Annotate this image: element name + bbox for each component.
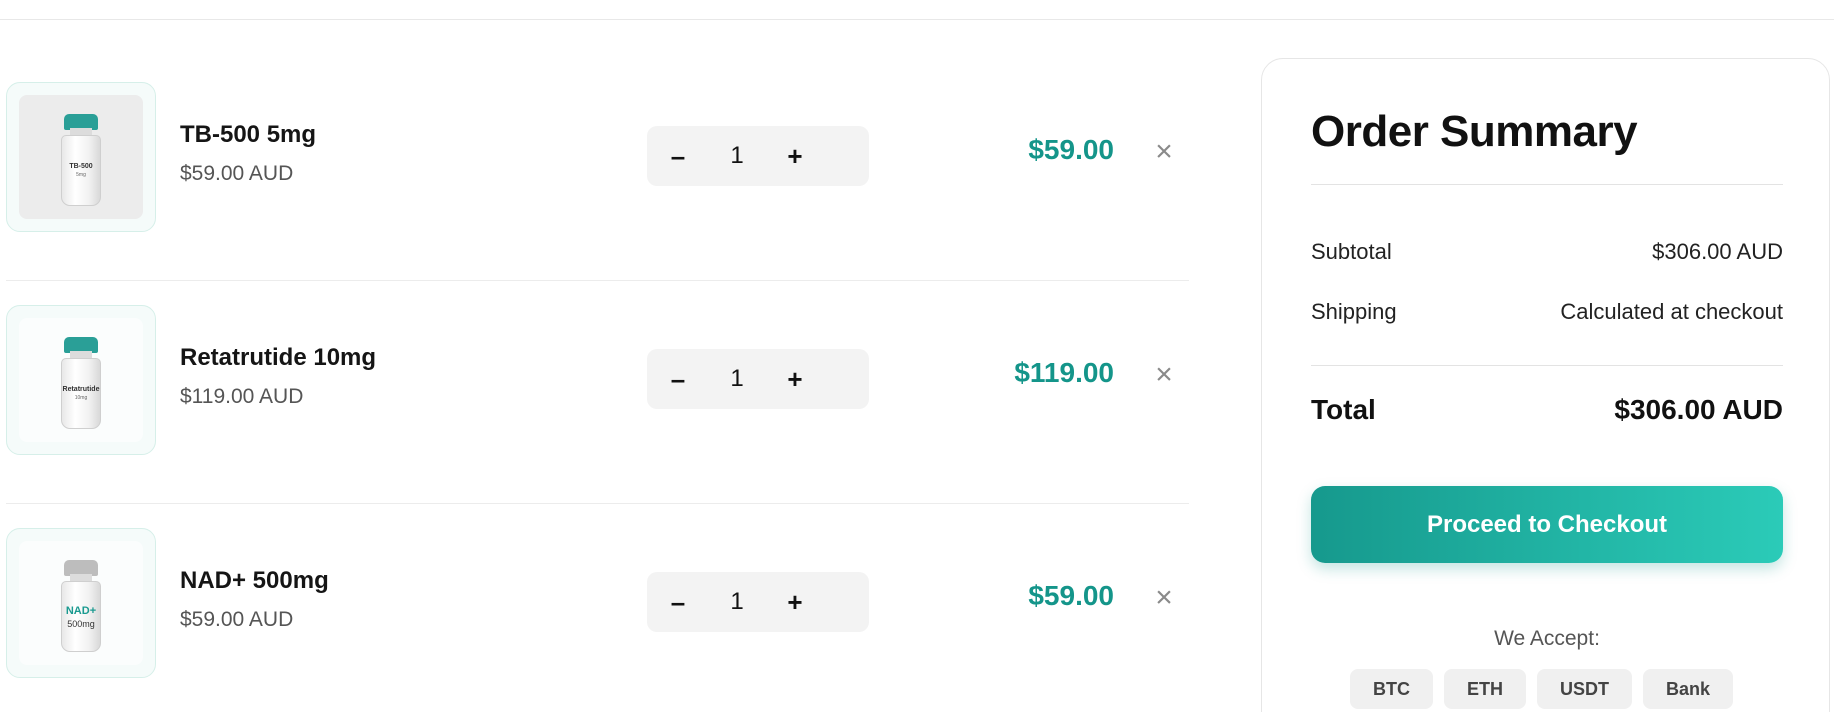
vial-sublabel: 10mg bbox=[74, 395, 88, 401]
summary-divider bbox=[1311, 184, 1783, 185]
cart-item: Retatrutide 10mg Retatrutide 10mg $119.0… bbox=[6, 281, 1189, 504]
line-total: $59.00 bbox=[1028, 580, 1114, 611]
vial-label: TB-500 bbox=[69, 163, 93, 170]
unit-price: $59.00 AUD bbox=[180, 608, 294, 631]
quantity-value[interactable]: 1 bbox=[717, 126, 757, 186]
shipping-row: Shipping Calculated at checkout bbox=[1311, 299, 1783, 325]
product-image[interactable]: TB-500 5mg bbox=[6, 82, 156, 232]
quantity-stepper: – 1 + bbox=[647, 349, 869, 409]
vial-illustration: TB-500 5mg bbox=[59, 114, 103, 206]
cart-item-list: TB-500 5mg TB-500 5mg $59.00 AUD – 1 + $… bbox=[6, 58, 1189, 712]
quantity-stepper: – 1 + bbox=[647, 572, 869, 632]
increase-quantity-button[interactable]: + bbox=[775, 572, 815, 632]
subtotal-row: Subtotal $306.00 AUD bbox=[1311, 239, 1783, 265]
payment-badge-eth: ETH bbox=[1444, 669, 1526, 709]
quantity-value[interactable]: 1 bbox=[717, 572, 757, 632]
decrease-quantity-button[interactable]: – bbox=[658, 572, 698, 632]
line-total: $119.00 bbox=[1014, 357, 1114, 388]
subtotal-label: Subtotal bbox=[1311, 239, 1392, 264]
close-icon[interactable]: × bbox=[1150, 135, 1178, 168]
vial-label: NAD+ bbox=[65, 604, 97, 617]
payment-badge-bank: Bank bbox=[1643, 669, 1734, 709]
product-name[interactable]: Retatrutide 10mg bbox=[180, 344, 376, 372]
product-image[interactable]: Retatrutide 10mg bbox=[6, 305, 156, 455]
cart-item: TB-500 5mg TB-500 5mg $59.00 AUD – 1 + $… bbox=[6, 58, 1189, 281]
total-value: $306.00 AUD bbox=[1614, 394, 1783, 425]
line-total: $59.00 bbox=[1028, 134, 1114, 165]
product-image[interactable]: NAD+ 500mg bbox=[6, 528, 156, 678]
quantity-stepper: – 1 + bbox=[647, 126, 869, 186]
vial-label: Retatrutide bbox=[62, 386, 100, 393]
decrease-quantity-button[interactable]: – bbox=[658, 349, 698, 409]
close-icon[interactable]: × bbox=[1150, 581, 1178, 614]
payment-badge-usdt: USDT bbox=[1537, 669, 1632, 709]
close-icon[interactable]: × bbox=[1150, 358, 1178, 391]
order-summary-panel: Order Summary Subtotal $306.00 AUD Shipp… bbox=[1261, 58, 1830, 712]
vial-sublabel: 5mg bbox=[76, 172, 86, 178]
shipping-value: Calculated at checkout bbox=[1560, 299, 1783, 324]
product-name[interactable]: NAD+ 500mg bbox=[180, 567, 329, 595]
header-divider bbox=[0, 19, 1834, 20]
total-row: Total $306.00 AUD bbox=[1311, 394, 1783, 426]
subtotal-value: $306.00 AUD bbox=[1652, 239, 1783, 264]
order-summary-title: Order Summary bbox=[1311, 107, 1638, 156]
unit-price: $119.00 AUD bbox=[180, 385, 304, 408]
payment-methods: BTC ETH USDT Bank bbox=[1350, 669, 1734, 709]
vial-sublabel: 500mg bbox=[67, 618, 95, 629]
product-name[interactable]: TB-500 5mg bbox=[180, 121, 316, 149]
vial-illustration: Retatrutide 10mg bbox=[59, 337, 103, 429]
increase-quantity-button[interactable]: + bbox=[775, 126, 815, 186]
proceed-to-checkout-button[interactable]: Proceed to Checkout bbox=[1311, 486, 1783, 563]
vial-illustration: NAD+ 500mg bbox=[59, 560, 103, 652]
payment-badge-btc: BTC bbox=[1350, 669, 1433, 709]
increase-quantity-button[interactable]: + bbox=[775, 349, 815, 409]
unit-price: $59.00 AUD bbox=[180, 162, 294, 185]
we-accept-label: We Accept: bbox=[1494, 627, 1600, 650]
decrease-quantity-button[interactable]: – bbox=[658, 126, 698, 186]
quantity-value[interactable]: 1 bbox=[717, 349, 757, 409]
total-label: Total bbox=[1311, 394, 1376, 425]
summary-divider bbox=[1311, 365, 1783, 366]
cart-item: NAD+ 500mg NAD+ 500mg $59.00 AUD – 1 + $… bbox=[6, 504, 1189, 712]
shipping-label: Shipping bbox=[1311, 299, 1397, 324]
